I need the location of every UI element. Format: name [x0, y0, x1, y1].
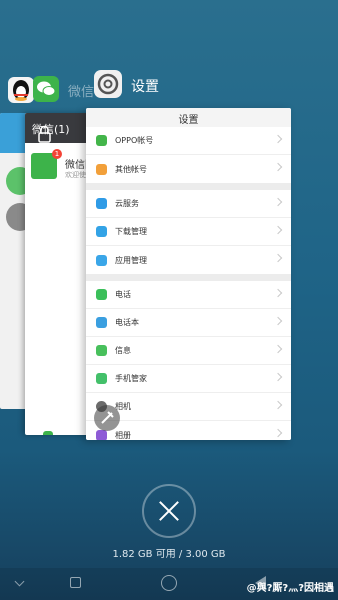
chevron-right-icon [273, 134, 283, 144]
settings-row-other-account[interactable]: 其他帐号 [86, 155, 291, 183]
status-bar [0, 0, 338, 22]
chevron-right-icon [273, 253, 283, 263]
wechat-bottom-icon [43, 431, 53, 435]
chevron-right-icon [273, 400, 283, 410]
wechat-item-subtitle: 欢迎使 [65, 171, 86, 179]
settings-row-oppo-account[interactable]: OPPO帐号 [86, 127, 291, 155]
download-icon [96, 226, 107, 237]
chevron-down-icon[interactable] [14, 576, 25, 587]
settings-row-messages[interactable]: 信息 [86, 337, 291, 365]
settings-row-label: 云服务 [115, 199, 139, 208]
settings-app-label: 设置 [131, 79, 159, 95]
oppo-account-icon [96, 135, 107, 146]
divider [86, 274, 291, 281]
chevron-right-icon [273, 316, 283, 326]
settings-row-contacts[interactable]: 电话本 [86, 309, 291, 337]
square-icon[interactable] [70, 577, 81, 588]
settings-row-apps[interactable]: 应用管理 [86, 246, 291, 274]
settings-row-label: 应用管理 [115, 255, 147, 265]
apps-icon [96, 254, 107, 266]
settings-row-label: 其他帐号 [115, 164, 147, 174]
chevron-right-icon [273, 197, 283, 207]
settings-group-services: 云服务 下载管理 应用管理 [86, 190, 291, 274]
chevron-right-icon [273, 428, 283, 438]
settings-row-label: 电话 [115, 290, 131, 299]
wechat-icon[interactable] [33, 76, 59, 102]
phone-icon [96, 289, 107, 300]
recent-card-wechat[interactable]: 微信(1) 1 微信团 欢迎使 [25, 113, 95, 435]
wechat-app-label: 微信 [68, 85, 95, 100]
settings-row-phone-manager[interactable]: 手机管家 [86, 365, 291, 393]
wechat-header: 微信(1) [25, 113, 95, 143]
settings-row-cloud[interactable]: 云服务 [86, 190, 291, 218]
settings-row-label: 电话本 [115, 318, 139, 327]
message-icon [96, 345, 107, 356]
recent-card-settings[interactable]: 设置 OPPO帐号 其他帐号 云服务 下载管理 应用管理 电话 电话本 信息 手… [86, 108, 291, 440]
chevron-right-icon [273, 288, 283, 298]
chevron-right-icon [273, 344, 283, 354]
chevron-right-icon [273, 372, 283, 382]
chevron-right-icon [273, 225, 283, 235]
cloud-icon [96, 198, 107, 209]
gallery-icon [96, 429, 107, 440]
divider [86, 183, 291, 190]
unread-badge: 1 [52, 149, 62, 159]
settings-row-label: 手机管家 [115, 374, 147, 383]
settings-gear-icon[interactable] [94, 70, 122, 98]
settings-row-download[interactable]: 下载管理 [86, 218, 291, 246]
settings-group-accounts: OPPO帐号 其他帐号 [86, 127, 291, 183]
navigation-bar: @與?厮?灬?因相遇 [0, 568, 338, 600]
watermark: @與?厮?灬?因相遇 [246, 583, 334, 594]
settings-row-phone[interactable]: 电话 [86, 281, 291, 309]
circle-icon[interactable] [161, 575, 177, 591]
clear-all-button[interactable] [142, 484, 196, 538]
chevron-right-icon [273, 162, 283, 172]
settings-row-label: 信息 [115, 346, 131, 355]
drag-handle-icon[interactable] [94, 405, 120, 431]
settings-row-label: 下载管理 [115, 227, 147, 236]
phone-manager-icon [96, 373, 107, 384]
settings-row-label: OPPO帐号 [115, 136, 154, 145]
other-account-icon [96, 163, 107, 175]
memory-status: 1.82 GB 可用 / 3.00 GB [112, 549, 226, 560]
qq-penguin-icon[interactable] [8, 77, 34, 103]
lock-icon[interactable] [37, 125, 52, 143]
settings-row-label: 相册 [115, 430, 131, 440]
contacts-icon [96, 317, 107, 328]
